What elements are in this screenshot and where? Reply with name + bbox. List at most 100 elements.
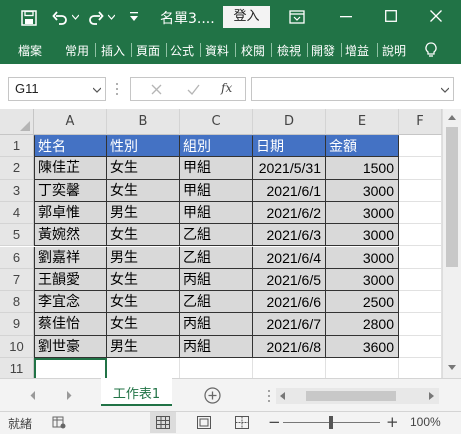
redo-dropdown-icon[interactable] (108, 14, 115, 20)
table-cell[interactable]: 3600 (326, 335, 399, 358)
table-cell[interactable]: 女生 (107, 268, 180, 292)
lightbulb-icon[interactable] (425, 42, 437, 58)
tab-data[interactable]: 資料 (205, 42, 229, 59)
tab-split-icon[interactable] (267, 388, 271, 404)
maximize-icon[interactable] (385, 10, 397, 22)
row-header-3[interactable]: 3 (0, 179, 34, 202)
tab-add-ins[interactable]: 增益 (345, 42, 369, 59)
table-cell[interactable]: 甲組 (180, 157, 253, 180)
add-sheet-icon[interactable] (204, 387, 221, 404)
table-cell[interactable]: 陳佳芷 (34, 157, 107, 180)
zoom-level[interactable]: 100% (410, 415, 441, 429)
table-header-cell[interactable]: 組別 (180, 135, 253, 158)
table-cell[interactable]: 女生 (107, 157, 180, 180)
table-cell[interactable]: 李宜念 (34, 291, 107, 314)
table-cell[interactable]: 3000 (326, 224, 399, 247)
column-header-b[interactable]: B (107, 109, 180, 135)
tab-review[interactable]: 校閱 (241, 42, 265, 59)
table-cell[interactable]: 郭卓惟 (34, 201, 107, 225)
column-header-f[interactable]: F (399, 109, 442, 135)
next-sheet-icon[interactable] (66, 391, 72, 400)
table-cell[interactable]: 1500 (326, 157, 399, 180)
zoom-slider-thumb[interactable] (329, 416, 333, 429)
table-cell[interactable]: 乙組 (180, 246, 253, 269)
page-break-view-icon[interactable] (235, 416, 249, 429)
table-header-cell[interactable]: 姓名 (34, 135, 107, 158)
table-cell[interactable]: 男生 (107, 246, 180, 269)
row-header-10[interactable]: 10 (0, 335, 34, 358)
tab-developer[interactable]: 開發 (311, 42, 335, 59)
table-cell[interactable]: 2021/6/6 (253, 291, 326, 314)
table-header-cell[interactable]: 金額 (326, 135, 399, 158)
table-cell[interactable]: 乙組 (180, 224, 253, 247)
table-cell[interactable]: 2021/5/31 (253, 157, 326, 180)
table-cell[interactable]: 丙組 (180, 335, 253, 358)
prev-sheet-icon[interactable] (30, 391, 36, 400)
table-cell[interactable]: 男生 (107, 335, 180, 358)
row-header-2[interactable]: 2 (0, 157, 34, 180)
table-cell[interactable]: 黃婉然 (34, 224, 107, 247)
undo-icon[interactable] (52, 10, 68, 26)
table-header-cell[interactable]: 日期 (253, 135, 326, 158)
tab-formulas[interactable]: 公式 (170, 42, 194, 59)
row-header-4[interactable]: 4 (0, 201, 34, 225)
name-box-dropdown-icon[interactable] (93, 87, 101, 93)
customize-qat-icon[interactable] (129, 11, 139, 23)
table-cell[interactable]: 蔡佳怡 (34, 313, 107, 336)
table-cell[interactable]: 2800 (326, 313, 399, 336)
table-cell[interactable]: 女生 (107, 313, 180, 336)
row-header-1[interactable]: 1 (0, 135, 34, 158)
zoom-in-button[interactable]: + (386, 413, 399, 431)
row-header-8[interactable]: 8 (0, 291, 34, 314)
table-header-cell[interactable]: 性別 (107, 135, 180, 158)
row-header-6[interactable]: 6 (0, 246, 34, 269)
tab-file[interactable]: 檔案 (18, 42, 42, 59)
zoom-slider[interactable] (283, 416, 380, 429)
table-cell[interactable]: 2021/6/1 (253, 179, 326, 202)
vertical-scroll-thumb[interactable] (446, 127, 458, 267)
sheet-tab-active[interactable]: 工作表1 (101, 378, 172, 406)
formula-input[interactable] (251, 77, 454, 101)
table-cell[interactable]: 丙組 (180, 268, 253, 292)
save-icon[interactable] (21, 10, 37, 26)
row-header-7[interactable]: 7 (0, 268, 34, 292)
table-cell[interactable]: 男生 (107, 201, 180, 225)
tab-help[interactable]: 說明 (382, 42, 406, 59)
close-icon[interactable] (430, 10, 442, 22)
vertical-scrollbar[interactable] (442, 109, 461, 378)
column-header-e[interactable]: E (326, 109, 399, 135)
scroll-down-icon[interactable] (448, 365, 456, 371)
horizontal-scrollbar[interactable] (276, 388, 439, 404)
table-cell[interactable]: 2021/6/5 (253, 268, 326, 292)
table-cell[interactable]: 女生 (107, 291, 180, 314)
table-cell[interactable]: 女生 (107, 179, 180, 202)
select-all-corner[interactable] (0, 109, 34, 135)
cell-area[interactable]: A B C D E F 1 2 3 4 5 6 7 8 9 10 11 姓名 性別 組別 日期 金額 陳佳芷 女生 甲組 2021… (0, 109, 442, 381)
confirm-entry-icon[interactable] (187, 84, 200, 95)
zoom-out-button[interactable]: − (268, 413, 281, 431)
column-header-a[interactable]: A (34, 109, 107, 135)
horizontal-scroll-thumb[interactable] (306, 391, 396, 401)
row-header-5[interactable]: 5 (0, 224, 34, 247)
table-cell[interactable]: 王韻愛 (34, 268, 107, 292)
column-header-d[interactable]: D (253, 109, 326, 135)
insert-function-button[interactable]: fx (221, 81, 232, 95)
tab-view[interactable]: 檢視 (277, 42, 301, 59)
scroll-up-icon[interactable] (448, 114, 456, 120)
worksheet-grid[interactable]: A B C D E F 1 2 3 4 5 6 7 8 9 10 11 姓名 性別 組別 日期 金額 陳佳芷 女生 甲組 2021… (0, 109, 461, 381)
table-cell[interactable]: 3000 (326, 201, 399, 225)
table-cell[interactable]: 2021/6/8 (253, 335, 326, 358)
minimize-icon[interactable] (340, 16, 352, 18)
macro-record-icon[interactable] (52, 416, 66, 429)
column-header-c[interactable]: C (180, 109, 253, 135)
table-cell[interactable]: 劉世豪 (34, 335, 107, 358)
scroll-right-icon[interactable] (429, 392, 435, 400)
login-button[interactable]: 登入 (223, 6, 270, 28)
table-cell[interactable]: 甲組 (180, 179, 253, 202)
ribbon-display-options-icon[interactable] (289, 10, 305, 24)
table-cell[interactable]: 女生 (107, 224, 180, 247)
tab-insert[interactable]: 插入 (101, 42, 125, 59)
table-cell[interactable]: 乙組 (180, 291, 253, 314)
table-cell[interactable]: 3000 (326, 268, 399, 292)
tab-page-layout[interactable]: 頁面 (136, 42, 160, 59)
